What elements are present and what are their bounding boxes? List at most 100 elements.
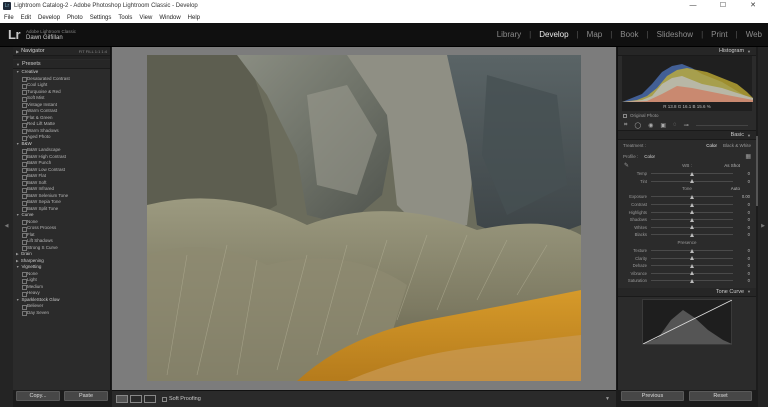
treatment-bw[interactable]: Black & White (723, 143, 751, 148)
menu-tools[interactable]: Tools (118, 15, 132, 21)
slider-handle[interactable] (690, 264, 694, 268)
collapse-left-icon[interactable]: ◀ (0, 223, 13, 229)
spot-removal-icon[interactable]: ◯ (634, 122, 641, 129)
preset-item[interactable]: Aged Photo (13, 134, 110, 141)
left-panel-edge[interactable]: ◀ (0, 47, 13, 407)
maximize-button[interactable]: ☐ (708, 0, 738, 12)
module-slideshow[interactable]: Slideshow (657, 30, 693, 39)
slider-handle[interactable] (690, 233, 694, 237)
preset-item[interactable]: Strong S Curve (13, 245, 110, 252)
module-library[interactable]: Library (497, 30, 521, 39)
zoom-options[interactable]: FIT FILL 1:1 1:4 (79, 49, 107, 54)
red-eye-icon[interactable]: ◉ (648, 122, 653, 129)
slider-value[interactable]: 0 (736, 179, 750, 184)
previous-button[interactable]: Previous (621, 391, 684, 401)
navigator-header[interactable]: ▶ Navigator FIT FILL 1:1 1:4 (13, 47, 110, 56)
slider-value[interactable]: 0 (736, 248, 750, 253)
slider-track[interactable] (651, 196, 733, 197)
treatment-color[interactable]: Color (706, 143, 717, 148)
slider-value[interactable]: 0 (736, 217, 750, 222)
crop-icon[interactable]: ⌗ (624, 122, 627, 129)
minimize-button[interactable]: — (678, 0, 708, 12)
slider-track[interactable] (651, 227, 733, 228)
slider-handle[interactable] (690, 256, 694, 260)
slider-handle[interactable] (690, 225, 694, 229)
tone-curve-graph[interactable] (642, 299, 732, 345)
loupe-view-icon[interactable] (116, 395, 128, 403)
profile-select[interactable]: Color (644, 154, 655, 159)
paste-button[interactable]: Paste (64, 391, 108, 401)
preset-item[interactable]: B&W Split Tone (13, 206, 110, 213)
slider-handle[interactable] (690, 249, 694, 253)
preset-item[interactable]: Heavy (13, 290, 110, 297)
before-after-view-icon[interactable] (130, 395, 142, 403)
slider-value[interactable]: 0.00 (736, 194, 750, 199)
module-book[interactable]: Book (620, 30, 638, 39)
wb-select[interactable]: As Shot (724, 162, 740, 170)
slider-handle[interactable] (690, 172, 694, 176)
copy-button[interactable]: Copy... (16, 391, 60, 401)
slider-handle[interactable] (690, 179, 694, 183)
menu-settings[interactable]: Settings (90, 15, 112, 21)
histogram-header[interactable]: Histogram ▼ (618, 47, 756, 56)
slider-handle[interactable] (690, 210, 694, 214)
slider-handle[interactable] (690, 203, 694, 207)
slider-handle[interactable] (690, 271, 694, 275)
soft-proofing-checkbox[interactable] (162, 397, 167, 402)
slider-value[interactable]: 0 (736, 171, 750, 176)
slider-value[interactable]: 0 (736, 271, 750, 276)
slider-track[interactable] (651, 173, 733, 174)
slider-track[interactable] (651, 219, 733, 220)
menu-help[interactable]: Help (188, 15, 200, 21)
slider-handle[interactable] (690, 218, 694, 222)
graduated-filter-icon[interactable]: ▣ (660, 122, 666, 129)
toolbar-menu-icon[interactable]: ▼ (605, 396, 610, 402)
presets-header[interactable]: ▼Presets (13, 60, 110, 69)
adjustment-brush-icon[interactable]: ⊸ (684, 122, 689, 129)
slider-track[interactable] (651, 273, 733, 274)
auto-button[interactable]: Auto (731, 185, 740, 193)
slider-track[interactable] (651, 234, 733, 235)
slider-value[interactable]: 0 (736, 263, 750, 268)
slider-track[interactable] (651, 258, 733, 259)
slider-track[interactable] (651, 250, 733, 251)
slider-track[interactable] (651, 265, 733, 266)
menu-develop[interactable]: Develop (38, 15, 60, 21)
yy-view-icon[interactable] (144, 395, 156, 403)
slider-value[interactable]: 0 (736, 225, 750, 230)
menu-window[interactable]: Window (159, 15, 180, 21)
tone-curve-header[interactable]: Tone Curve ▼ (618, 288, 756, 297)
original-photo-checkbox[interactable] (623, 114, 627, 118)
slider-value[interactable]: 0 (736, 256, 750, 261)
slider-track[interactable] (651, 204, 733, 205)
photo-landscape[interactable] (147, 55, 581, 381)
slider-handle[interactable] (690, 279, 694, 283)
eyedropper-icon[interactable]: ✎ (624, 162, 629, 170)
menu-photo[interactable]: Photo (67, 15, 83, 21)
slider-value[interactable]: 0 (736, 278, 750, 283)
module-map[interactable]: Map (587, 30, 603, 39)
reset-button[interactable]: Reset (689, 391, 752, 401)
menu-file[interactable]: File (4, 15, 14, 21)
slider-handle[interactable] (690, 195, 694, 199)
slider-track[interactable] (651, 181, 733, 182)
preset-item[interactable]: Day Seven (13, 310, 110, 317)
menu-view[interactable]: View (139, 15, 152, 21)
basic-header[interactable]: Basic ▼ (618, 131, 756, 140)
menu-edit[interactable]: Edit (21, 15, 31, 21)
right-panel-scrollbar[interactable] (756, 136, 758, 206)
slider-value[interactable]: 0 (736, 202, 750, 207)
module-develop[interactable]: Develop (539, 30, 568, 39)
module-web[interactable]: Web (746, 30, 762, 39)
radial-filter-icon[interactable]: ◌ (673, 122, 677, 128)
close-button[interactable]: ✕ (738, 0, 768, 12)
slider-track[interactable] (651, 280, 733, 281)
slider-value[interactable]: 0 (736, 210, 750, 215)
slider-value[interactable]: 0 (736, 232, 750, 237)
collapse-right-icon[interactable]: ▶ (758, 223, 768, 229)
original-photo-row[interactable]: Original Photo (618, 111, 756, 120)
slider-track[interactable] (651, 212, 733, 213)
module-print[interactable]: Print (711, 30, 727, 39)
right-panel-edge[interactable]: ▶ (758, 47, 768, 407)
profile-browser-icon[interactable]: ▦ (745, 153, 751, 160)
